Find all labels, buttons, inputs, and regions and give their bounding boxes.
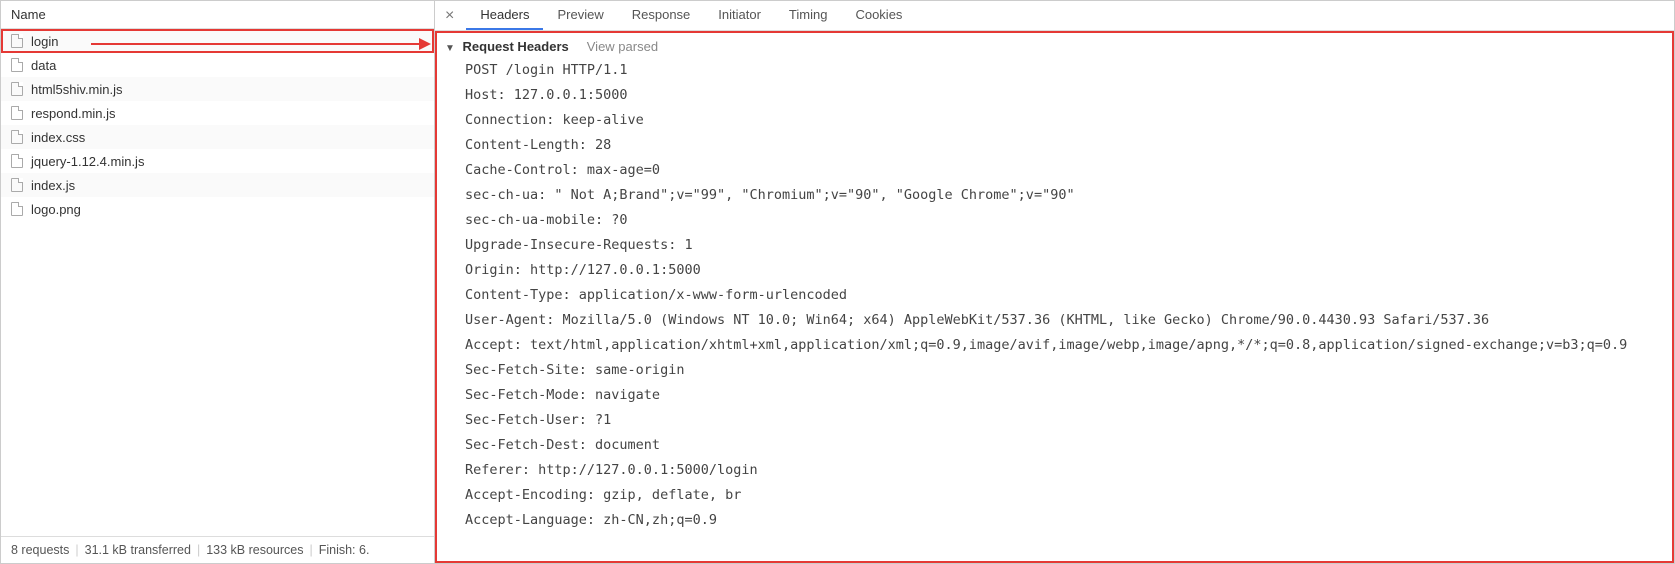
- header-line: Accept: text/html,application/xhtml+xml,…: [465, 333, 1664, 358]
- view-parsed-link[interactable]: View parsed: [587, 39, 658, 54]
- header-line: Sec-Fetch-User: ?1: [465, 408, 1664, 433]
- request-name: login: [31, 34, 58, 49]
- status-transferred: 31.1 kB transferred: [85, 543, 191, 557]
- header-line: POST /login HTTP/1.1: [465, 58, 1664, 83]
- file-icon: [11, 58, 23, 72]
- request-row[interactable]: logo.png: [1, 197, 434, 221]
- file-icon: [11, 34, 23, 48]
- header-line: Upgrade-Insecure-Requests: 1: [465, 233, 1664, 258]
- network-request-panel: Name login data html5shiv.min.js respond.mi…: [1, 1, 435, 563]
- status-finish: Finish: 6.: [319, 543, 370, 557]
- header-line: Sec-Fetch-Dest: document: [465, 433, 1664, 458]
- tab-preview[interactable]: Preview: [543, 1, 617, 30]
- request-row[interactable]: html5shiv.min.js: [1, 77, 434, 101]
- header-line: Sec-Fetch-Site: same-origin: [465, 358, 1664, 383]
- file-icon: [11, 178, 23, 192]
- header-line: Content-Type: application/x-www-form-url…: [465, 283, 1664, 308]
- request-headers-section[interactable]: ▼ Request Headers View parsed: [445, 39, 1664, 58]
- request-list: login data html5shiv.min.js respond.min.js i…: [1, 29, 434, 536]
- network-status-bar: 8 requests | 31.1 kB transferred | 133 k…: [1, 536, 434, 563]
- request-row[interactable]: login: [1, 29, 434, 53]
- tab-timing[interactable]: Timing: [775, 1, 842, 30]
- header-line: Referer: http://127.0.0.1:5000/login: [465, 458, 1664, 483]
- request-name: index.css: [31, 130, 85, 145]
- file-icon: [11, 202, 23, 216]
- status-requests: 8 requests: [11, 543, 69, 557]
- request-name: data: [31, 58, 56, 73]
- header-line: Sec-Fetch-Mode: navigate: [465, 383, 1664, 408]
- header-line: Content-Length: 28: [465, 133, 1664, 158]
- tab-headers[interactable]: Headers: [466, 1, 543, 30]
- header-line: Cache-Control: max-age=0: [465, 158, 1664, 183]
- file-icon: [11, 154, 23, 168]
- request-name: html5shiv.min.js: [31, 82, 123, 97]
- tab-initiator[interactable]: Initiator: [704, 1, 775, 30]
- header-line: sec-ch-ua: " Not A;Brand";v="99", "Chrom…: [465, 183, 1664, 208]
- disclosure-triangle-icon[interactable]: ▼: [445, 43, 455, 54]
- request-row[interactable]: jquery-1.12.4.min.js: [1, 149, 434, 173]
- header-line: Origin: http://127.0.0.1:5000: [465, 258, 1664, 283]
- file-icon: [11, 130, 23, 144]
- annotation-arrow: [91, 43, 421, 45]
- file-icon: [11, 82, 23, 96]
- header-line: User-Agent: Mozilla/5.0 (Windows NT 10.0…: [465, 308, 1664, 333]
- detail-panel: × HeadersPreviewResponseInitiatorTimingC…: [435, 1, 1674, 563]
- request-name: jquery-1.12.4.min.js: [31, 154, 144, 169]
- request-row[interactable]: respond.min.js: [1, 101, 434, 125]
- request-row[interactable]: data: [1, 53, 434, 77]
- header-line: Accept-Encoding: gzip, deflate, br: [465, 483, 1664, 508]
- request-row[interactable]: index.css: [1, 125, 434, 149]
- raw-headers: POST /login HTTP/1.1Host: 127.0.0.1:5000…: [445, 58, 1664, 533]
- header-line: Connection: keep-alive: [465, 108, 1664, 133]
- close-icon[interactable]: ×: [441, 7, 464, 25]
- detail-tabs: × HeadersPreviewResponseInitiatorTimingC…: [435, 1, 1674, 31]
- tab-response[interactable]: Response: [618, 1, 705, 30]
- file-icon: [11, 106, 23, 120]
- section-title: Request Headers: [463, 39, 569, 54]
- header-line: Host: 127.0.0.1:5000: [465, 83, 1664, 108]
- status-resources: 133 kB resources: [206, 543, 303, 557]
- headers-content: ▼ Request Headers View parsed POST /logi…: [435, 31, 1674, 563]
- request-name: respond.min.js: [31, 106, 116, 121]
- request-name: logo.png: [31, 202, 81, 217]
- tab-cookies[interactable]: Cookies: [841, 1, 916, 30]
- header-line: sec-ch-ua-mobile: ?0: [465, 208, 1664, 233]
- request-row[interactable]: index.js: [1, 173, 434, 197]
- name-column-header[interactable]: Name: [1, 1, 434, 29]
- request-name: index.js: [31, 178, 75, 193]
- header-line: Accept-Language: zh-CN,zh;q=0.9: [465, 508, 1664, 533]
